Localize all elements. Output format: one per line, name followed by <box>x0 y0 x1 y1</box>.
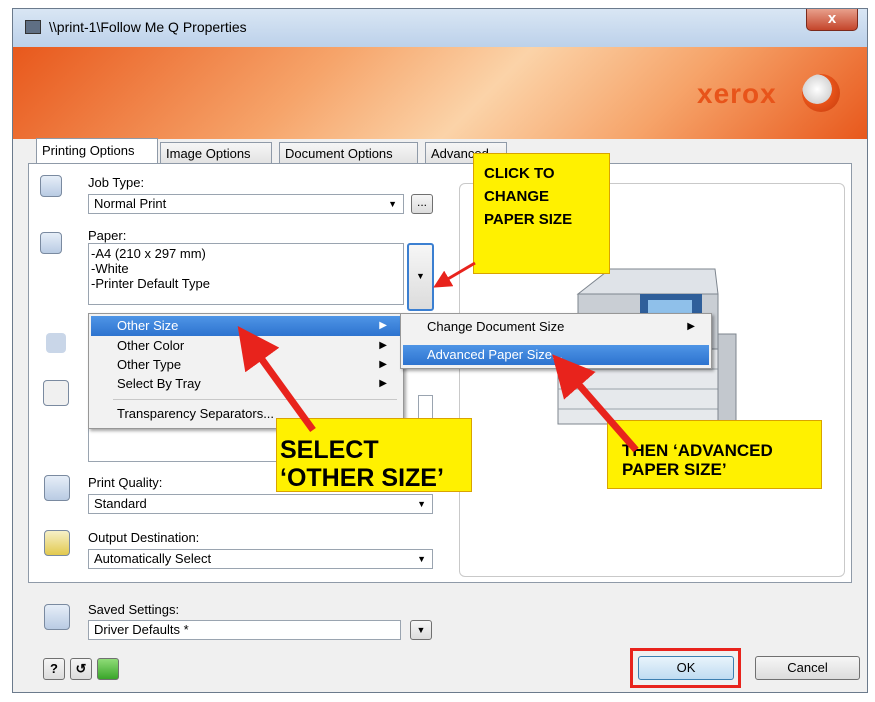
arrow-to-other-size <box>237 325 316 433</box>
arrow-to-advanced-paper-size <box>552 354 639 453</box>
arrow-to-paper-button <box>433 261 476 288</box>
annotation-arrows <box>237 261 639 453</box>
